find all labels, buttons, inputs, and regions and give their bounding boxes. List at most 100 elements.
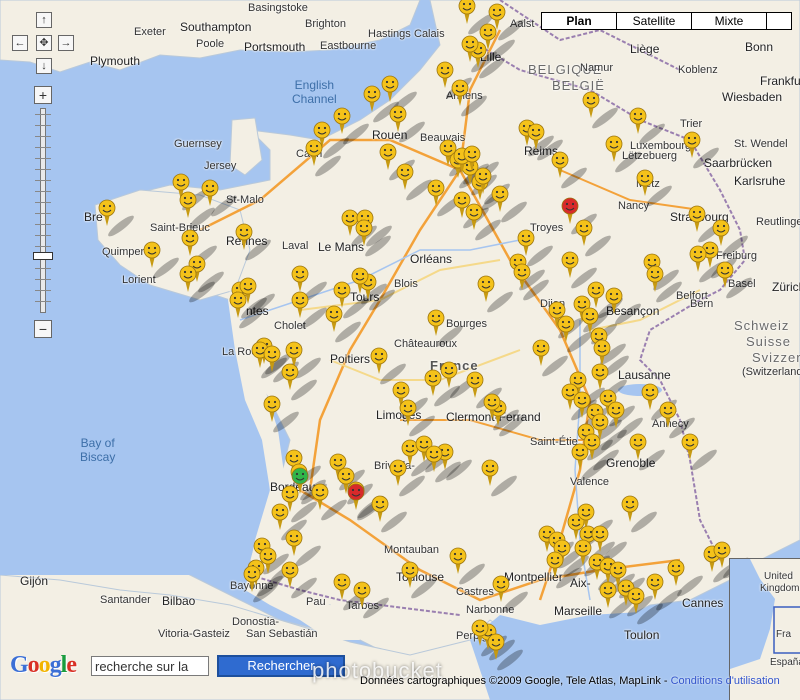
zoom-slider-thumb[interactable] bbox=[33, 252, 53, 260]
smiley-marker-icon[interactable] bbox=[396, 163, 414, 190]
zoom-in-button[interactable]: + bbox=[34, 86, 52, 104]
smiley-marker-icon[interactable] bbox=[181, 229, 199, 256]
smiley-marker-icon[interactable] bbox=[235, 223, 253, 250]
smiley-marker-icon[interactable] bbox=[333, 573, 351, 600]
smiley-marker-icon[interactable] bbox=[281, 561, 299, 588]
smiley-marker-icon[interactable] bbox=[532, 339, 550, 366]
marker-shadow bbox=[291, 379, 317, 401]
marker-shadow bbox=[273, 411, 299, 433]
smiley-marker-icon[interactable] bbox=[458, 0, 476, 24]
smiley-marker-icon[interactable] bbox=[243, 565, 261, 592]
smiley-marker-icon[interactable] bbox=[440, 361, 458, 388]
smiley-marker-icon[interactable] bbox=[636, 169, 654, 196]
google-logo-letter: e bbox=[66, 652, 77, 678]
smiley-marker-icon[interactable] bbox=[591, 363, 609, 390]
copyright-notice: Données cartographiques ©2009 Google, Te… bbox=[360, 675, 780, 687]
google-logo-letter: o bbox=[27, 652, 40, 678]
smiley-marker-icon[interactable] bbox=[347, 483, 365, 510]
zoom-tick bbox=[35, 268, 51, 269]
smiley-marker-icon[interactable] bbox=[471, 619, 489, 646]
smiley-marker-icon[interactable] bbox=[477, 275, 495, 302]
smiley-marker-icon[interactable] bbox=[263, 395, 281, 422]
smiley-marker-icon[interactable] bbox=[285, 529, 303, 556]
zoom-out-button[interactable]: − bbox=[34, 320, 52, 338]
smiley-marker-icon[interactable] bbox=[667, 559, 685, 586]
smiley-marker-icon[interactable] bbox=[571, 443, 589, 470]
smiley-marker-icon[interactable] bbox=[605, 135, 623, 162]
smiley-marker-icon[interactable] bbox=[305, 139, 323, 166]
smiley-marker-icon[interactable] bbox=[401, 439, 419, 466]
smiley-marker-icon[interactable] bbox=[201, 179, 219, 206]
smiley-marker-icon[interactable] bbox=[363, 85, 381, 112]
zoom-tick bbox=[35, 235, 51, 236]
smiley-marker-icon[interactable] bbox=[681, 433, 699, 460]
smiley-marker-icon[interactable] bbox=[621, 495, 639, 522]
smiley-marker-icon[interactable] bbox=[179, 265, 197, 292]
smiley-marker-icon[interactable] bbox=[551, 151, 569, 178]
pan-left-button[interactable]: ← bbox=[12, 35, 28, 51]
smiley-marker-icon[interactable] bbox=[271, 503, 289, 530]
smiley-marker-icon[interactable] bbox=[587, 281, 605, 308]
smiley-marker-icon[interactable] bbox=[399, 399, 417, 426]
smiley-marker-icon[interactable] bbox=[561, 251, 579, 278]
smiley-marker-icon[interactable] bbox=[546, 551, 564, 578]
smiley-marker-icon[interactable] bbox=[641, 383, 659, 410]
smiley-marker-icon[interactable] bbox=[427, 179, 445, 206]
google-logo[interactable]: Google bbox=[10, 652, 77, 679]
pan-down-button[interactable]: ↓ bbox=[36, 58, 52, 74]
zoom-tick bbox=[35, 213, 51, 214]
smiley-marker-icon[interactable] bbox=[582, 91, 600, 118]
smiley-marker-icon[interactable] bbox=[333, 281, 351, 308]
zoom-slider[interactable] bbox=[32, 108, 54, 313]
smiley-marker-icon[interactable] bbox=[401, 561, 419, 588]
smiley-marker-icon[interactable] bbox=[291, 265, 309, 292]
smiley-marker-icon[interactable] bbox=[281, 363, 299, 390]
smiley-marker-icon[interactable] bbox=[491, 185, 509, 212]
smiley-marker-icon[interactable] bbox=[379, 143, 397, 170]
smiley-marker-icon[interactable] bbox=[424, 369, 442, 396]
smiley-marker-icon[interactable] bbox=[98, 199, 116, 226]
smiley-marker-icon[interactable] bbox=[688, 205, 706, 232]
smiley-marker-icon[interactable] bbox=[629, 433, 647, 460]
map-type-satellite-button[interactable]: Satellite bbox=[616, 12, 692, 30]
smiley-marker-icon[interactable] bbox=[291, 291, 309, 318]
smiley-marker-icon[interactable] bbox=[389, 105, 407, 132]
center-map-button[interactable]: ✥ bbox=[36, 35, 52, 51]
smiley-marker-icon[interactable] bbox=[389, 459, 407, 486]
smiley-marker-icon[interactable] bbox=[451, 79, 469, 106]
smiley-marker-icon[interactable] bbox=[629, 107, 647, 134]
smiley-marker-icon[interactable] bbox=[325, 305, 343, 332]
smiley-marker-icon[interactable] bbox=[427, 309, 445, 336]
terms-of-use-link[interactable]: Conditions d'utilisation bbox=[671, 675, 780, 687]
map-type-plan-button[interactable]: Plan bbox=[541, 12, 617, 30]
map-canvas[interactable]: Basingstoke Southampton Brighton Exeter … bbox=[0, 0, 800, 700]
smiley-marker-icon[interactable] bbox=[481, 459, 499, 486]
smiley-marker-icon[interactable] bbox=[371, 495, 389, 522]
smiley-marker-icon[interactable] bbox=[370, 347, 388, 374]
smiley-marker-icon[interactable] bbox=[683, 131, 701, 158]
smiley-marker-icon[interactable] bbox=[341, 209, 359, 236]
smiley-marker-icon[interactable] bbox=[492, 575, 510, 602]
smiley-marker-icon[interactable] bbox=[716, 261, 734, 288]
smiley-marker-icon[interactable] bbox=[689, 245, 707, 272]
smiley-marker-icon[interactable] bbox=[179, 191, 197, 218]
map-type-mixte-button[interactable]: Mixte bbox=[691, 12, 767, 30]
pan-up-button[interactable]: ↑ bbox=[36, 12, 52, 28]
marker-shadow bbox=[581, 459, 607, 481]
smiley-marker-icon[interactable] bbox=[333, 107, 351, 134]
search-input[interactable] bbox=[91, 656, 209, 676]
map-type-extra-button[interactable] bbox=[766, 12, 792, 30]
smiley-marker-icon[interactable] bbox=[143, 241, 161, 268]
smiley-marker-icon[interactable] bbox=[436, 61, 454, 88]
smiley-marker-icon[interactable] bbox=[449, 547, 467, 574]
smiley-marker-icon[interactable] bbox=[561, 197, 579, 224]
smiley-marker-icon[interactable] bbox=[517, 229, 535, 256]
smiley-marker-icon[interactable] bbox=[712, 219, 730, 246]
pan-right-button[interactable]: → bbox=[58, 35, 74, 51]
smiley-marker-icon[interactable] bbox=[713, 541, 731, 568]
smiley-marker-icon[interactable] bbox=[599, 581, 617, 608]
smiley-marker-icon[interactable] bbox=[381, 75, 399, 102]
smiley-marker-icon[interactable] bbox=[466, 371, 484, 398]
smiley-marker-icon[interactable] bbox=[575, 219, 593, 246]
smiley-marker-icon[interactable] bbox=[659, 401, 677, 428]
